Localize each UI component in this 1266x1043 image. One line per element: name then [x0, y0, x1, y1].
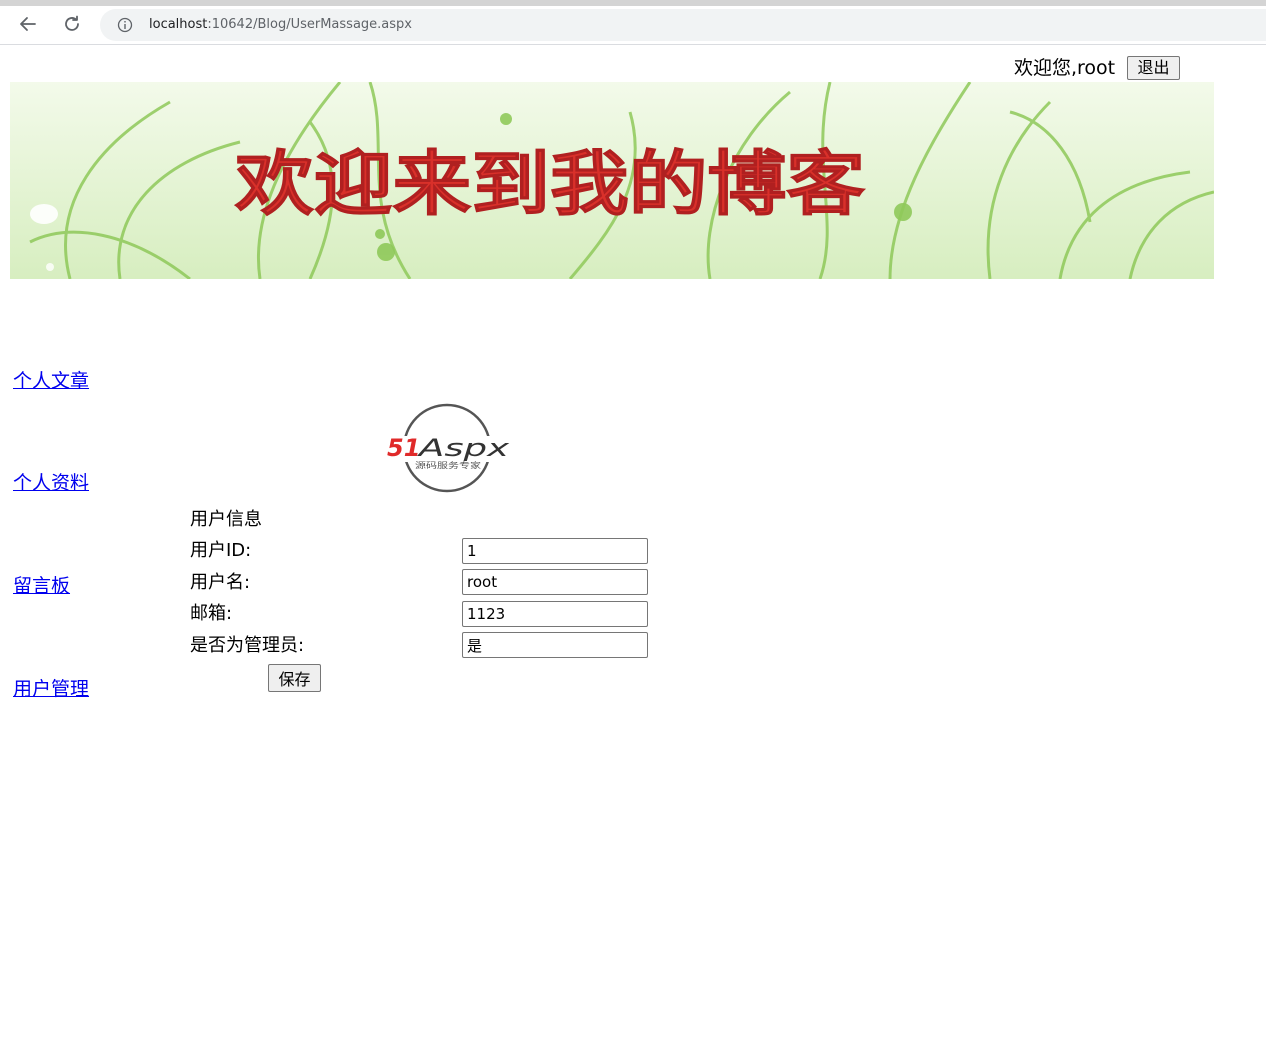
back-button[interactable] [13, 9, 43, 39]
sidebar-item-guestbook[interactable]: 留言板 [13, 574, 70, 598]
is-admin-field[interactable] [462, 632, 648, 658]
browser-toolbar: localhost:10642/Blog/UserMassage.aspx [0, 6, 1266, 45]
banner-title: 欢迎来到我的博客 [234, 143, 865, 225]
reload-icon [65, 15, 79, 31]
banner-title-graphic: 欢迎来到我的博客 [233, 143, 865, 226]
info-circle-icon[interactable] [117, 17, 133, 33]
email-label: 邮箱: [190, 603, 233, 624]
address-bar[interactable]: localhost:10642/Blog/UserMassage.aspx [100, 9, 1266, 41]
is-admin-label: 是否为管理员: [190, 635, 305, 656]
sidebar-item-user-management[interactable]: 用户管理 [13, 677, 89, 701]
save-button[interactable]: 保存 [268, 664, 321, 692]
banner-image: 欢迎来到我的博客 [10, 82, 1214, 279]
user-id-label: 用户ID: [190, 540, 252, 561]
form-heading: 用户信息 [190, 509, 262, 530]
logout-button[interactable]: 退出 [1127, 56, 1180, 80]
url-host: localhost [149, 17, 208, 32]
email-field[interactable] [462, 601, 648, 627]
user-id-field[interactable] [462, 538, 648, 564]
sidebar-item-articles[interactable]: 个人文章 [13, 369, 89, 393]
arrow-left-icon [20, 17, 36, 31]
url-text[interactable]: localhost:10642/Blog/UserMassage.aspx [149, 17, 412, 33]
username-field[interactable] [462, 569, 648, 595]
reload-button[interactable] [57, 9, 87, 39]
51aspx-logo: 51 Aspx 源码服务专家 [385, 403, 513, 493]
sidebar-item-profile[interactable]: 个人资料 [13, 471, 89, 495]
logo-name: Aspx [416, 434, 510, 462]
logo-tagline: 源码服务专家 [415, 460, 481, 470]
username-label: 用户名: [190, 572, 251, 593]
url-path: :10642/Blog/UserMassage.aspx [207, 17, 412, 32]
logo-prefix: 51 [387, 434, 420, 462]
welcome-text: 欢迎您,root [1014, 57, 1116, 79]
